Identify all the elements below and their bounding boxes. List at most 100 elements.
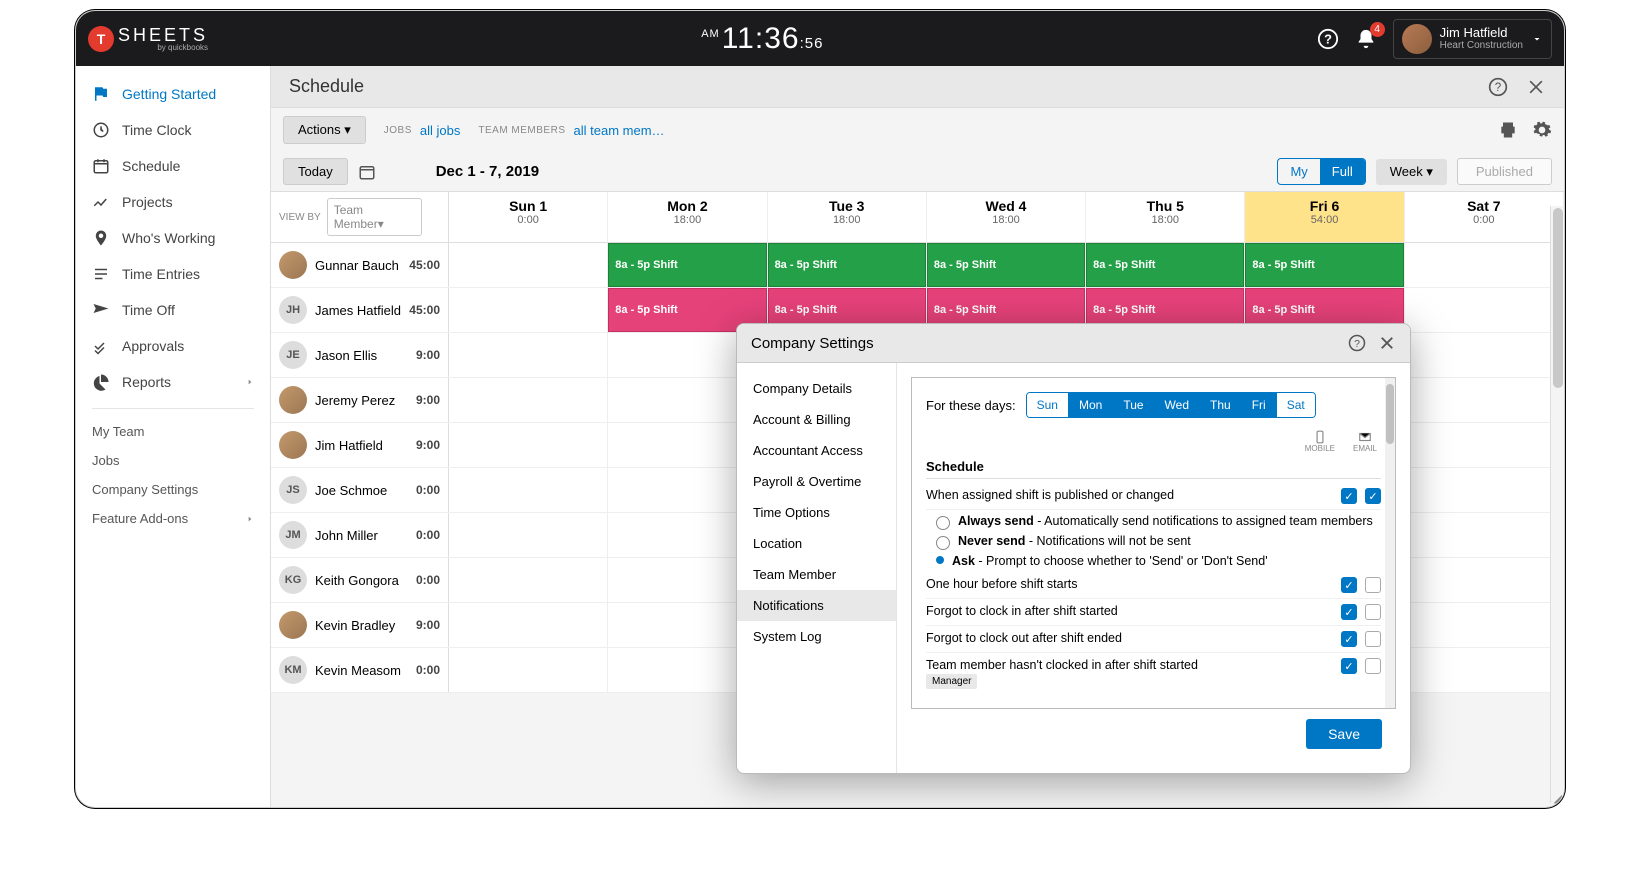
empty-slot[interactable] [1405, 243, 1564, 287]
opt-never-send[interactable]: Never send - Notifications will not be s… [936, 534, 1381, 550]
nav-time-off[interactable]: Time Off [76, 292, 270, 328]
forgot-in-email-checkbox[interactable] [1365, 604, 1381, 620]
opt-always-send[interactable]: Always send - Automatically send notific… [936, 514, 1381, 530]
forgot-in-mobile-checkbox[interactable] [1341, 604, 1357, 620]
modal-nav-item[interactable]: Payroll & Overtime [737, 466, 896, 497]
shift-block[interactable]: 8a - 5p Shift [927, 243, 1085, 287]
opt-ask[interactable]: Ask - Prompt to choose whether to 'Send'… [936, 554, 1381, 568]
modal-help-icon[interactable]: ? [1348, 334, 1366, 352]
nav-projects[interactable]: Projects [76, 184, 270, 220]
notifications-button[interactable]: 4 [1355, 28, 1377, 50]
nav-time-clock[interactable]: Time Clock [76, 112, 270, 148]
print-icon[interactable] [1498, 120, 1518, 140]
nav-my-team[interactable]: My Team [76, 417, 270, 446]
modal-nav-item[interactable]: Location [737, 528, 896, 559]
notification-badge: 4 [1370, 22, 1385, 37]
jobs-filter-link[interactable]: all jobs [420, 123, 460, 138]
shift-block[interactable]: 8a - 5p Shift [1245, 243, 1403, 287]
modal-nav-item[interactable]: Time Options [737, 497, 896, 528]
empty-slot[interactable] [449, 288, 608, 332]
empty-slot[interactable] [449, 468, 608, 512]
members-filter-link[interactable]: all team mem… [574, 123, 665, 138]
calendar-icon[interactable] [358, 163, 376, 181]
shift-published-mobile-checkbox[interactable] [1341, 488, 1357, 504]
day-toggle[interactable]: Sun [1027, 393, 1069, 417]
one-hour-email-checkbox[interactable] [1365, 577, 1381, 593]
empty-slot[interactable] [449, 378, 608, 422]
seg-full[interactable]: Full [1320, 159, 1365, 184]
shift-published-email-checkbox[interactable] [1365, 488, 1381, 504]
day-toggle[interactable]: Sat [1277, 393, 1315, 417]
viewby-dropdown[interactable]: Team Member▾ [327, 198, 422, 236]
nav-approvals[interactable]: Approvals [76, 328, 270, 364]
actions-dropdown[interactable]: Actions ▾ [283, 116, 366, 144]
modal-nav-item[interactable]: Company Details [737, 373, 896, 404]
empty-slot[interactable] [449, 243, 608, 287]
modal-nav-item[interactable]: System Log [737, 621, 896, 652]
nav-whos-working[interactable]: Who's Working [76, 220, 270, 256]
empty-slot[interactable] [1405, 468, 1564, 512]
not-clocked-email-checkbox[interactable] [1365, 658, 1381, 674]
nav-time-entries[interactable]: Time Entries [76, 256, 270, 292]
empty-slot[interactable] [1405, 333, 1564, 377]
schedule-section: Schedule [926, 459, 1381, 479]
day-toggle[interactable]: Tue [1113, 393, 1154, 417]
modal-close-icon[interactable] [1378, 334, 1396, 352]
day-toggle[interactable]: Fri [1242, 393, 1277, 417]
empty-slot[interactable] [449, 558, 608, 602]
nav-company-settings[interactable]: Company Settings [76, 475, 270, 504]
empty-slot[interactable] [1405, 558, 1564, 602]
nav-schedule[interactable]: Schedule [76, 148, 270, 184]
help-icon[interactable]: ? [1317, 28, 1339, 50]
modal-nav-item[interactable]: Notifications [737, 590, 896, 621]
member-row: Gunnar Bauch45:008a - 5p Shift8a - 5p Sh… [271, 243, 1564, 288]
shift-block[interactable]: 8a - 5p Shift [1086, 243, 1244, 287]
empty-slot[interactable] [449, 648, 608, 692]
seg-my[interactable]: My [1278, 159, 1319, 184]
shift-block[interactable]: 8a - 5p Shift [608, 243, 766, 287]
empty-slot[interactable] [449, 603, 608, 647]
nav-reports[interactable]: Reports [76, 364, 270, 400]
prev-arrow[interactable] [386, 165, 406, 179]
day-toggle[interactable]: Thu [1200, 393, 1242, 417]
shift-block[interactable]: 8a - 5p Shift [768, 243, 926, 287]
period-dropdown[interactable]: Week ▾ [1376, 159, 1447, 185]
not-clocked-mobile-checkbox[interactable] [1341, 658, 1357, 674]
empty-slot[interactable] [1405, 378, 1564, 422]
modal-nav-item[interactable]: Account & Billing [737, 404, 896, 435]
day-toggle[interactable]: Wed [1155, 393, 1200, 417]
member-name: Gunnar Bauch [315, 258, 401, 273]
next-arrow[interactable] [406, 165, 426, 179]
day-toggle[interactable]: Mon [1069, 393, 1113, 417]
day-column-header: Sun 10:00 [449, 192, 608, 243]
nav-feature-addons[interactable]: Feature Add-ons [76, 504, 270, 533]
save-button[interactable]: Save [1306, 719, 1382, 749]
empty-slot[interactable] [449, 513, 608, 557]
avatar [279, 431, 307, 459]
gear-icon[interactable] [1532, 120, 1552, 140]
scrollbar[interactable] [1550, 206, 1564, 803]
empty-slot[interactable] [1405, 603, 1564, 647]
nav-getting-started[interactable]: Getting Started [76, 76, 270, 112]
forgot-out-mobile-checkbox[interactable] [1341, 631, 1357, 647]
empty-slot[interactable] [1405, 423, 1564, 467]
published-button[interactable]: Published [1457, 158, 1552, 185]
member-name: Kevin Bradley [315, 618, 408, 633]
today-button[interactable]: Today [283, 158, 348, 185]
close-icon[interactable] [1526, 77, 1546, 97]
empty-slot[interactable] [1405, 648, 1564, 692]
avatar: KM [279, 656, 307, 684]
forgot-out-email-checkbox[interactable] [1365, 631, 1381, 647]
view-segment: My Full [1277, 158, 1365, 185]
modal-nav-item[interactable]: Team Member [737, 559, 896, 590]
modal-nav-item[interactable]: Accountant Access [737, 435, 896, 466]
one-hour-mobile-checkbox[interactable] [1341, 577, 1357, 593]
resize-handle[interactable]: ◢ [1554, 792, 1562, 805]
user-menu[interactable]: Jim Hatfield Heart Construction [1393, 19, 1552, 59]
empty-slot[interactable] [449, 423, 608, 467]
empty-slot[interactable] [1405, 513, 1564, 557]
empty-slot[interactable] [449, 333, 608, 377]
nav-jobs[interactable]: Jobs [76, 446, 270, 475]
empty-slot[interactable] [1405, 288, 1564, 332]
help-icon[interactable]: ? [1488, 77, 1508, 97]
